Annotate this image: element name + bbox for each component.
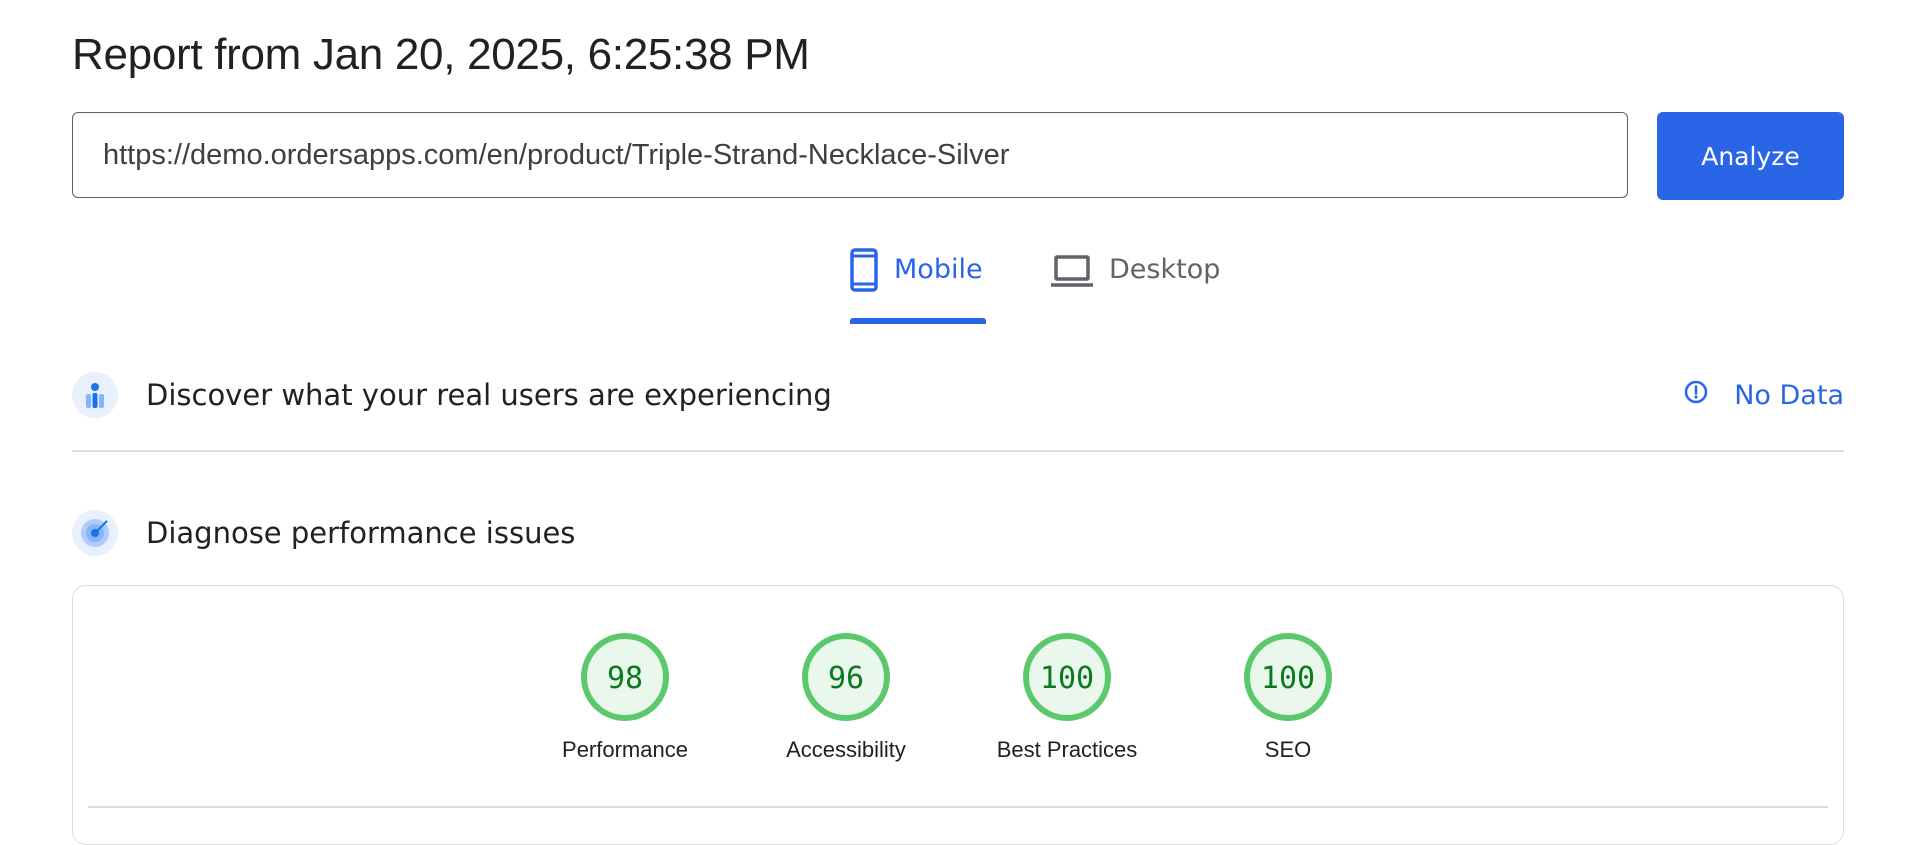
score-gauge-performance[interactable]: 98 Performance [525,631,725,763]
field-data-section: Discover what your real users are experi… [72,372,1844,418]
score-gauge-accessibility[interactable]: 96 Accessibility [746,631,946,763]
performance-gauge-ring: 98 [581,633,669,721]
report-page: Report from Jan 20, 2025, 6:25:38 PM Ana… [72,0,1844,845]
svg-text:96: 96 [828,661,864,696]
laptop-icon [1051,248,1093,288]
section-divider [72,450,1844,452]
score-gauge-best-practices[interactable]: 100 Best Practices [967,631,1167,763]
users-chart-icon [72,372,118,418]
active-tab-indicator [850,318,986,324]
page-title: Report from Jan 20, 2025, 6:25:38 PM [72,30,810,79]
tab-desktop[interactable]: Desktop [1051,248,1220,326]
score-label: Best Practices [996,737,1138,762]
card-divider [88,806,1828,808]
seo-gauge-ring: 100 [1244,633,1332,721]
smartphone-icon [850,248,878,292]
score-label: SEO [1264,737,1312,762]
url-input[interactable] [101,137,1627,173]
tab-desktop-label: Desktop [1109,254,1221,285]
info-icon [1684,380,1708,411]
url-field[interactable] [72,112,1628,198]
scores-card: 98 Performance 96 Accessibility 100 Best… [72,585,1844,845]
best-practices-gauge-ring: 100 [1023,633,1111,721]
diagnose-icon [72,510,118,556]
field-data-title: Discover what your real users are experi… [146,378,832,412]
score-gauge-seo[interactable]: 100 SEO [1188,631,1388,763]
no-data-label: No Data [1734,379,1844,411]
svg-text:100: 100 [1261,661,1315,696]
lab-data-title: Diagnose performance issues [146,516,576,550]
svg-text:100: 100 [1040,661,1094,696]
no-data-link[interactable]: No Data [1684,380,1844,411]
tab-mobile-label: Mobile [894,254,983,285]
tab-mobile[interactable]: Mobile [850,248,983,326]
score-label: Performance [562,737,688,762]
svg-text:98: 98 [607,661,643,696]
score-label: Accessibility [786,737,906,762]
accessibility-gauge-ring: 96 [802,633,890,721]
analyze-button[interactable]: Analyze [1657,112,1844,200]
lab-data-section: Diagnose performance issues [72,510,1844,556]
